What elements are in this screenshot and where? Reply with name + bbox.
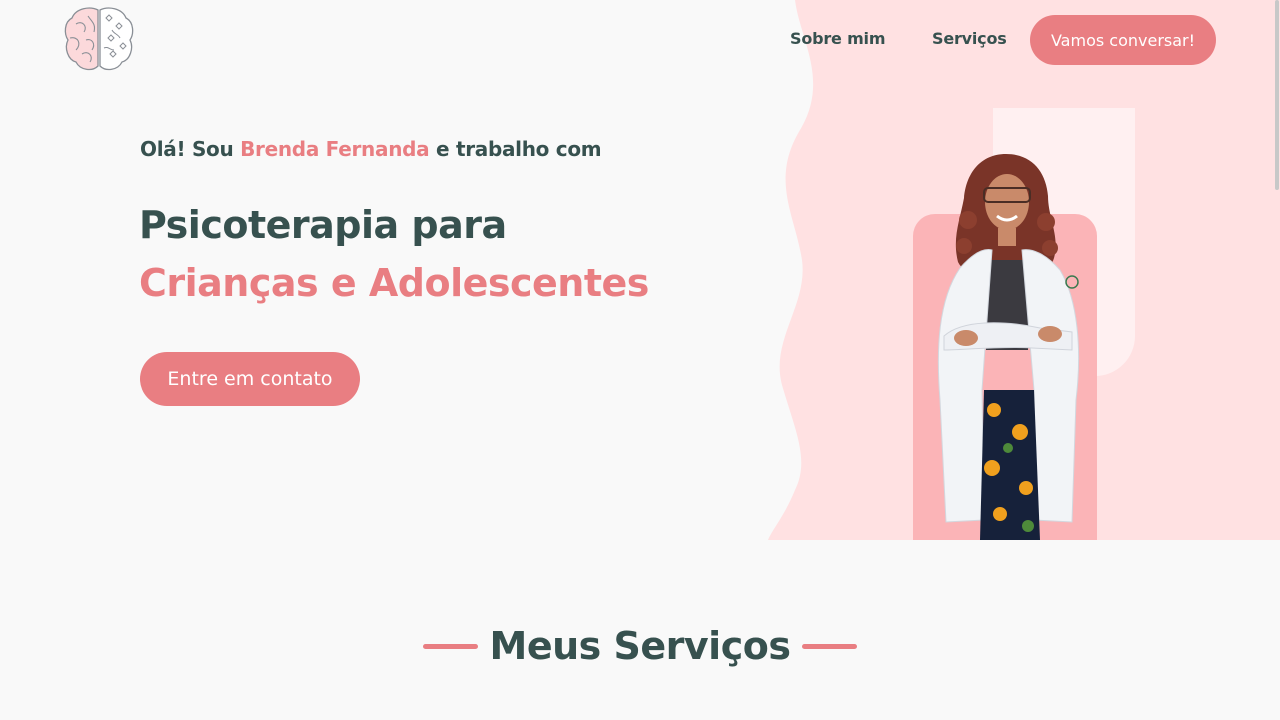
hero-intro-name: Brenda Fernanda bbox=[240, 137, 430, 161]
lets-talk-button[interactable]: Vamos conversar! bbox=[1030, 15, 1216, 65]
services-section-title: Meus Serviços bbox=[0, 624, 1280, 668]
services-title-divider-left bbox=[422, 643, 478, 649]
brain-logo-icon[interactable] bbox=[62, 4, 136, 74]
nav-services-link[interactable]: Serviços bbox=[932, 29, 1007, 48]
services-heading: Meus Serviços bbox=[489, 624, 791, 668]
psychologist-portrait bbox=[937, 154, 1080, 540]
nav-about-link[interactable]: Sobre mim bbox=[790, 29, 886, 48]
services-title-divider-right bbox=[802, 643, 858, 649]
hero-headline-line2: Crianças e Adolescentes bbox=[139, 261, 649, 305]
hero-intro-prefix: Olá! Sou bbox=[140, 137, 241, 161]
hero-intro-suffix: e trabalho com bbox=[429, 137, 602, 161]
contact-button[interactable]: Entre em contato bbox=[140, 352, 360, 406]
hero-intro: Olá! Sou Brenda Fernanda e trabalho com bbox=[140, 137, 602, 161]
hero-headline-line1: Psicoterapia para bbox=[139, 203, 507, 247]
page-scrollbar[interactable] bbox=[1275, 0, 1279, 190]
